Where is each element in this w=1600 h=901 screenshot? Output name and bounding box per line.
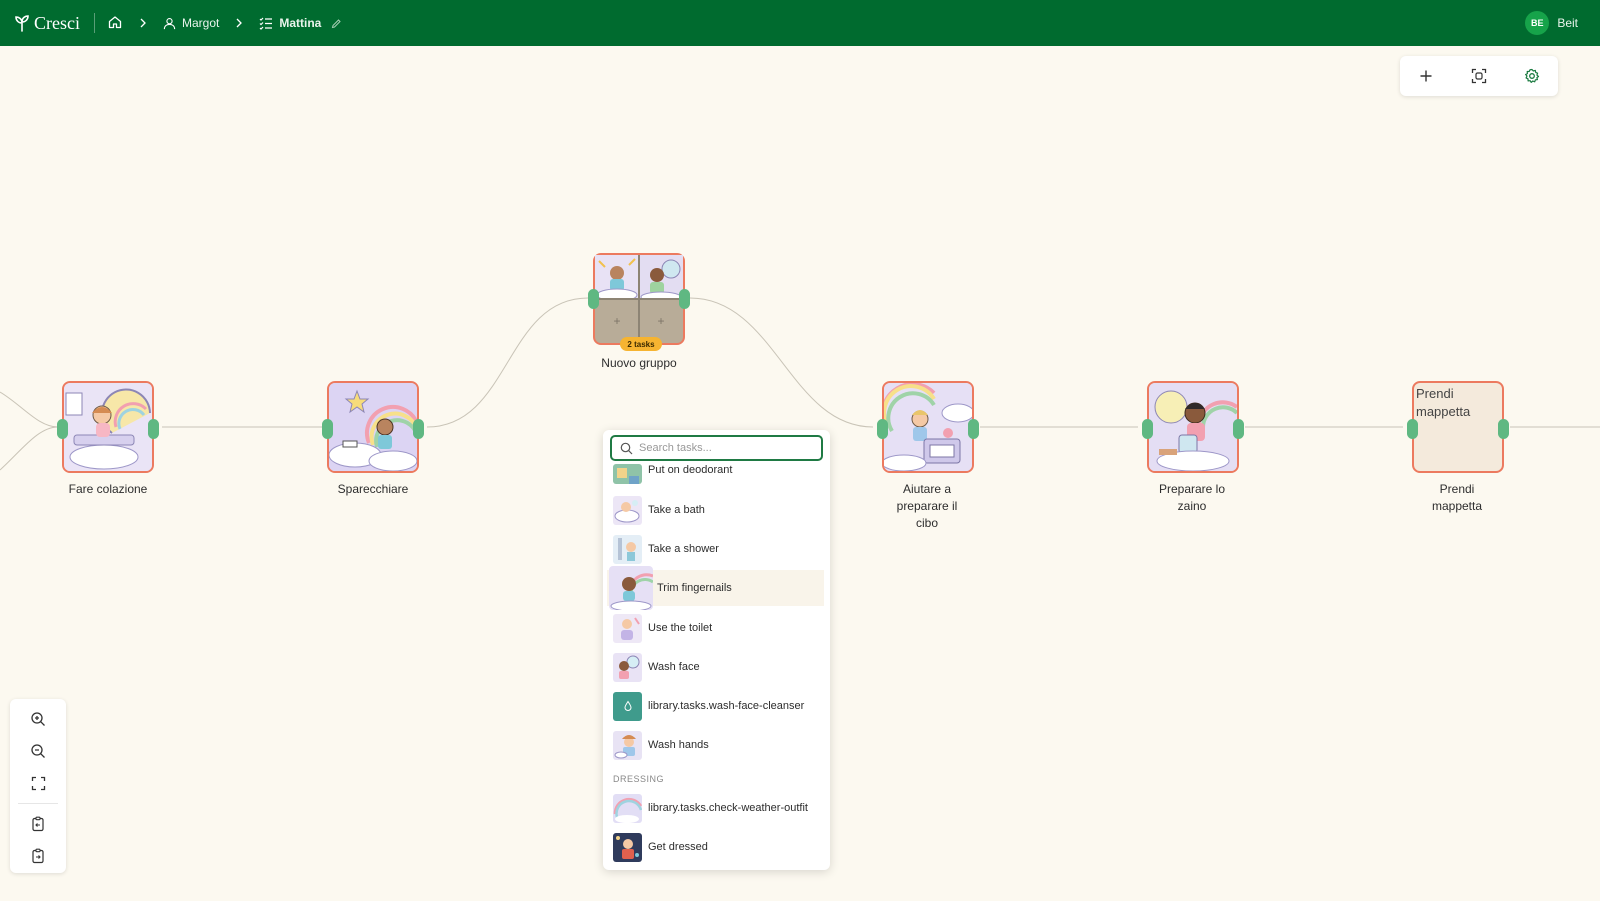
deodorant-thumb [613,464,642,484]
group-task-thumb [595,255,639,299]
connector-handle-left[interactable] [588,289,599,309]
connector-handle-right[interactable] [413,419,424,439]
node-label: Sparecchiare [337,482,409,496]
task-option-label: Take a bath [648,504,705,516]
task-option-label: Wash hands [648,739,709,751]
task-node-sparecchiare[interactable] [322,381,424,473]
task-option-label: Put on deodorant [648,464,733,476]
connector-handle-left[interactable] [877,419,888,439]
node-label: Aiutare a preparare il cibo [896,482,958,530]
group-task-thumb [639,255,683,299]
connector-handle-right[interactable] [1498,419,1509,439]
task-option-check-weather-outfit[interactable]: library.tasks.check-weather-outfit [603,790,830,826]
connector-handle-right[interactable] [148,419,159,439]
task-option-label: Wash face [648,661,700,673]
task-option-get-dressed[interactable]: Get dressed [603,829,830,865]
connector-handle-left[interactable] [1407,419,1418,439]
task-node-prendi-mappetta[interactable]: Prendi mappetta [1407,381,1509,473]
task-option-take-a-bath[interactable]: Take a bath [603,492,830,528]
task-picker-dropdown: Put on deodorant Take a bath Take a show… [603,430,830,870]
divider [595,298,683,300]
task-option-trim-fingernails[interactable]: Trim fingernails [607,566,824,610]
search-input[interactable] [639,442,809,454]
dressed-thumb [613,832,642,862]
cooking-illustration [884,383,972,471]
task-option-put-on-deodorant[interactable]: Put on deodorant [603,454,830,490]
shower-thumb [613,534,642,564]
group-node-nuovo-gruppo[interactable]: + + 2 tasks [588,253,690,351]
task-option-label: Trim fingernails [657,582,732,594]
task-node-preparare-zaino[interactable] [1142,381,1244,473]
fingernails-thumb [609,566,653,610]
connector-handle-left[interactable] [322,419,333,439]
breakfast-illustration [64,383,152,471]
task-option-label: library.tasks.wash-face-cleanser [648,700,805,712]
connector-handle-right[interactable] [1233,419,1244,439]
task-node-aiutare-cibo[interactable] [877,381,979,473]
task-option-label: Take a shower [648,543,719,555]
connector-handle-left[interactable] [1142,419,1153,439]
task-node-fare-colazione[interactable] [57,381,159,473]
task-option-wash-hands[interactable]: Wash hands [603,727,830,763]
search-icon [620,442,633,454]
bath-thumb [613,495,642,525]
section-header-dressing: DRESSING [613,774,665,784]
weather-thumb [613,793,642,823]
wash-hands-thumb [613,730,642,760]
task-option-label: Get dressed [648,841,708,853]
node-label: Preparare lo zaino [1158,482,1226,513]
node-label: Prendi mappetta [1431,482,1483,513]
node-label: Fare colazione [68,482,148,496]
backpack-illustration [1149,383,1237,471]
broken-image-alt-text: Prendi mappetta [1416,386,1471,419]
task-option-use-the-toilet[interactable]: Use the toilet [603,610,830,646]
clearing-table-illustration [329,383,417,471]
cleanser-icon [613,691,642,721]
task-option-take-a-shower[interactable]: Take a shower [603,531,830,567]
wash-face-thumb [613,652,642,682]
task-option-label: Use the toilet [648,622,713,634]
connector-handle-right[interactable] [968,419,979,439]
node-label: Nuovo gruppo [601,356,677,370]
task-option-wash-face[interactable]: Wash face [603,649,830,685]
connector-handle-left[interactable] [57,419,68,439]
connector-handle-right[interactable] [679,289,690,309]
toilet-thumb [613,613,642,643]
task-option-label: library.tasks.check-weather-outfit [648,802,808,814]
task-count-badge: 2 tasks [620,337,662,351]
task-option-wash-face-cleanser[interactable]: library.tasks.wash-face-cleanser [603,688,830,724]
